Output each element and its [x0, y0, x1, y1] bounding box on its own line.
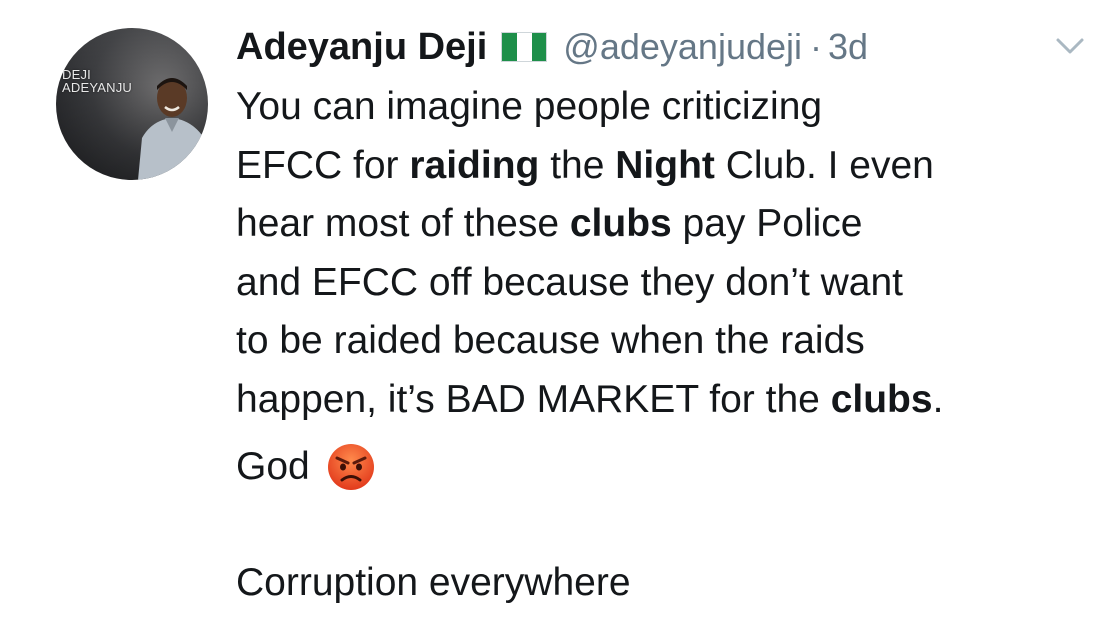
tweet-body-line: happen, it’s BAD MARKET for the clubs. — [236, 371, 1096, 430]
author-handle[interactable]: @adeyanjudeji — [563, 26, 802, 68]
text-segment: to be raided because when the raids — [236, 319, 865, 362]
avatar-caption: DEJI ADEYANJU — [62, 68, 132, 94]
bold-text: clubs — [569, 202, 672, 245]
avatar[interactable]: DEJI ADEYANJU — [56, 28, 208, 180]
tweet: DEJI ADEYANJU Adeyanju Deji @adeyanjudej… — [0, 0, 1120, 628]
text-segment: You can imagine people criticizing — [236, 85, 823, 128]
angry-face-emoji — [327, 444, 374, 490]
text-segment: and EFCC off because they don’t want — [236, 260, 904, 304]
text-segment: the — [539, 143, 616, 187]
nigeria-flag-icon — [501, 32, 548, 62]
text-segment: hear most of these — [236, 202, 570, 245]
bold-text: Night — [615, 143, 715, 187]
chevron-down-icon[interactable] — [1052, 34, 1088, 58]
text-segment: pay Police — [671, 202, 863, 245]
tweet-body-line: hear most of these clubs pay Police — [236, 195, 1096, 254]
text-segment: EFCC for — [236, 143, 410, 187]
bold-text: raiding — [409, 143, 540, 187]
tweet-header: Adeyanju Deji @adeyanjudeji · 3d — [236, 22, 868, 72]
text-segment: . — [932, 377, 944, 421]
separator-dot: · — [810, 26, 823, 67]
tweet-body-line: and EFCC off because they don’t want — [236, 254, 1096, 313]
author-name[interactable]: Adeyanju Deji — [236, 26, 487, 69]
tweet-body-line: You can imagine people criticizing — [236, 78, 1096, 137]
text-segment: Club. I even — [714, 143, 934, 187]
tweet-body-line: to be raided because when the raids — [236, 312, 1096, 371]
avatar-caption-line-2: ADEYANJU — [62, 80, 132, 95]
text-segment: happen, it’s BAD MARKET for the — [236, 377, 831, 421]
bold-text: clubs — [830, 377, 933, 421]
tweet-god-line: God — [236, 440, 376, 494]
tweet-body-line: EFCC for raiding the Night Club. I even — [236, 137, 1096, 196]
tweet-body: You can imagine people criticizing EFCC f… — [236, 78, 1096, 429]
avatar-person-illustration — [138, 78, 208, 180]
god-text: God — [236, 445, 310, 488]
tweet-time[interactable]: 3d — [828, 26, 868, 68]
corruption-text: Corruption everywhere — [236, 561, 631, 604]
